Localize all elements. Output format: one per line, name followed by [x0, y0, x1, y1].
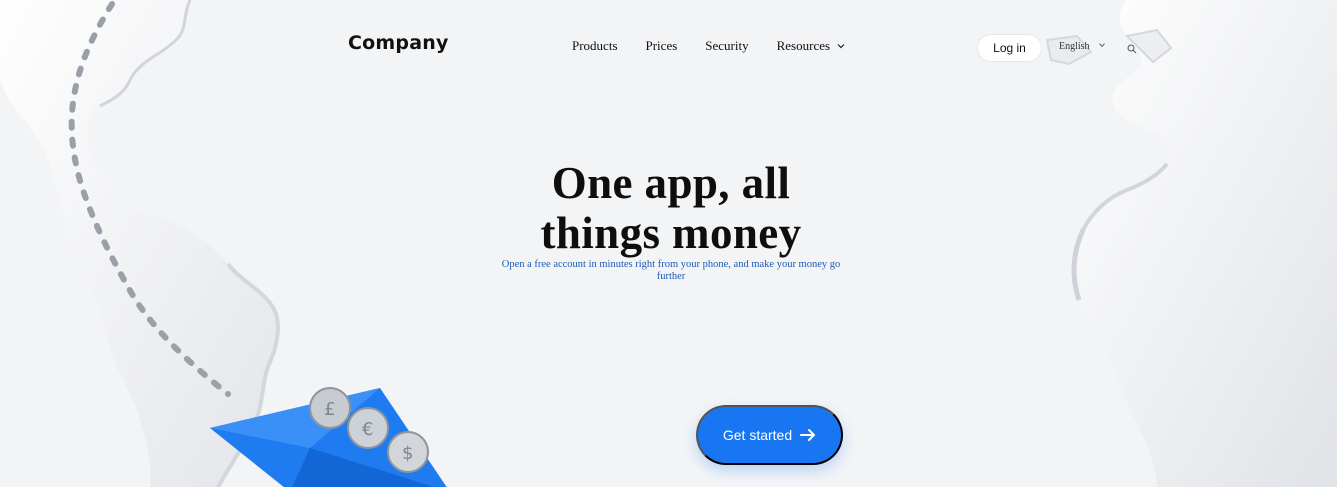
chevron-down-icon [1098, 41, 1106, 52]
svg-text:€: € [362, 419, 373, 440]
cta-label: Get started [722, 427, 793, 443]
nav-item-security[interactable]: Security [705, 38, 748, 54]
chevron-down-icon [836, 41, 846, 51]
paper-plane-coins-illustration: £ € $ [210, 387, 447, 487]
main-nav: Products Prices Security Resources [572, 38, 846, 54]
nav-item-label: Resources [776, 38, 831, 53]
company-logo[interactable]: Company [348, 32, 449, 54]
get-started-button[interactable]: Get started [696, 405, 843, 465]
svg-text:£: £ [324, 399, 335, 420]
arrow-right-icon [800, 428, 816, 442]
left-map-illustration [0, 0, 280, 487]
hero-subtitle: Open a free account in minutes right fro… [501, 258, 841, 282]
hero-title: One app, all things money [540, 158, 802, 259]
svg-text:$: $ [402, 443, 413, 464]
language-label: English [1059, 41, 1090, 52]
nav-item-resources[interactable]: Resources [777, 38, 846, 54]
right-map-illustration [1045, 0, 1337, 487]
nav-item-label: Products [572, 38, 618, 53]
nav-item-label: Prices [645, 38, 678, 53]
nav-item-products[interactable]: Products [572, 38, 618, 54]
language-selector[interactable]: English [1059, 41, 1106, 52]
nav-item-label: Security [705, 38, 749, 53]
page-scene: £ € $ Company Products Prices Security R… [0, 0, 1337, 487]
search-icon[interactable] [1127, 41, 1137, 54]
login-button[interactable]: Log in [977, 34, 1042, 62]
nav-item-prices[interactable]: Prices [646, 38, 678, 54]
